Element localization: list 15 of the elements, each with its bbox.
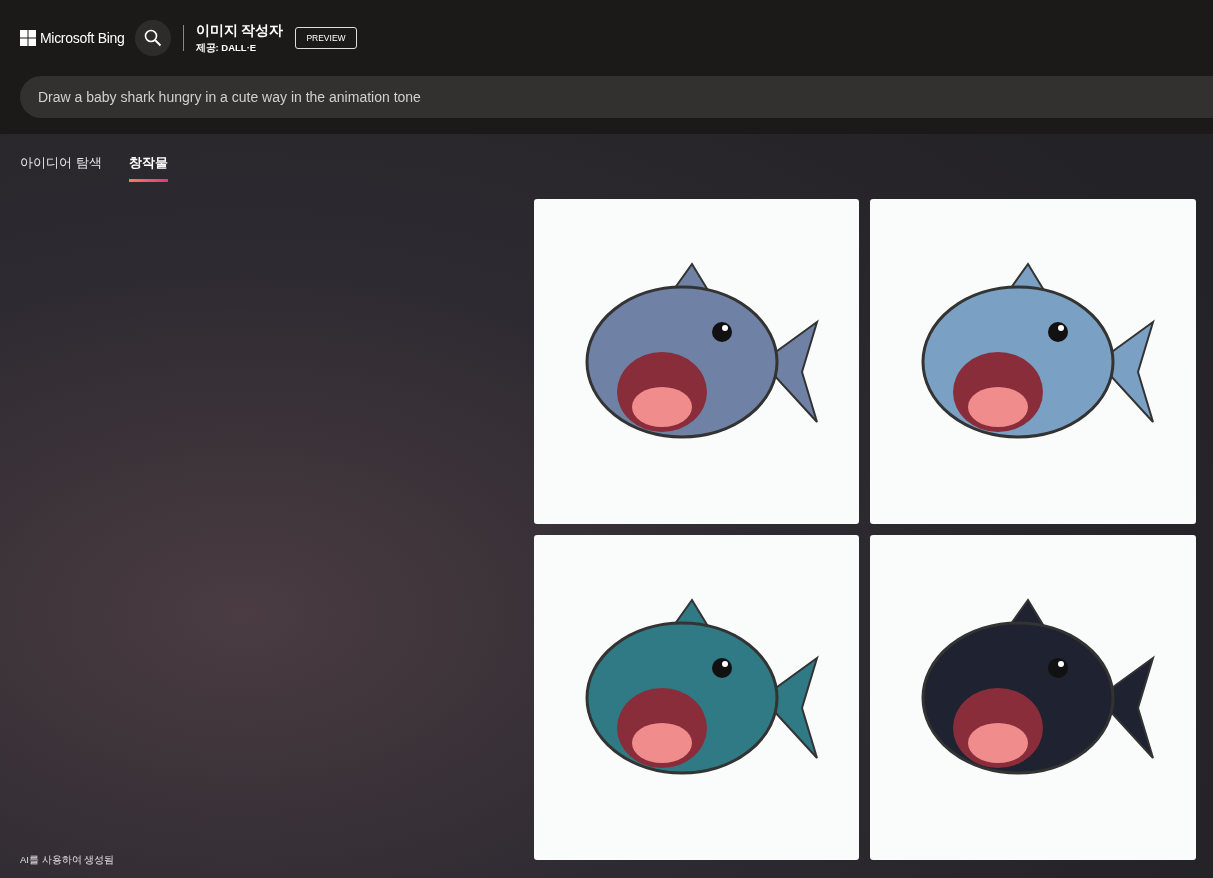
brand-name[interactable]: Microsoft Bing xyxy=(40,30,125,46)
generated-image[interactable] xyxy=(870,535,1196,860)
generated-image[interactable] xyxy=(870,199,1196,524)
preview-badge: PREVIEW xyxy=(295,27,357,49)
windows-logo-icon xyxy=(20,30,36,46)
page-title: 이미지 작성자 xyxy=(195,21,284,40)
ai-generated-note: AI를 사용하여 생성됨 xyxy=(20,854,115,867)
tab[interactable]: 창작물 xyxy=(128,154,168,182)
prompt-field[interactable]: Draw a baby shark hungry in a cute way in the animation tone xyxy=(20,76,1213,118)
provider-label: 제공: DALL·E xyxy=(195,41,258,55)
tab[interactable]: 아이디어 탐색 xyxy=(20,154,102,182)
search-icon xyxy=(143,29,162,47)
generated-image[interactable] xyxy=(534,199,859,524)
search-button[interactable] xyxy=(134,20,171,56)
generated-image[interactable] xyxy=(534,535,859,860)
